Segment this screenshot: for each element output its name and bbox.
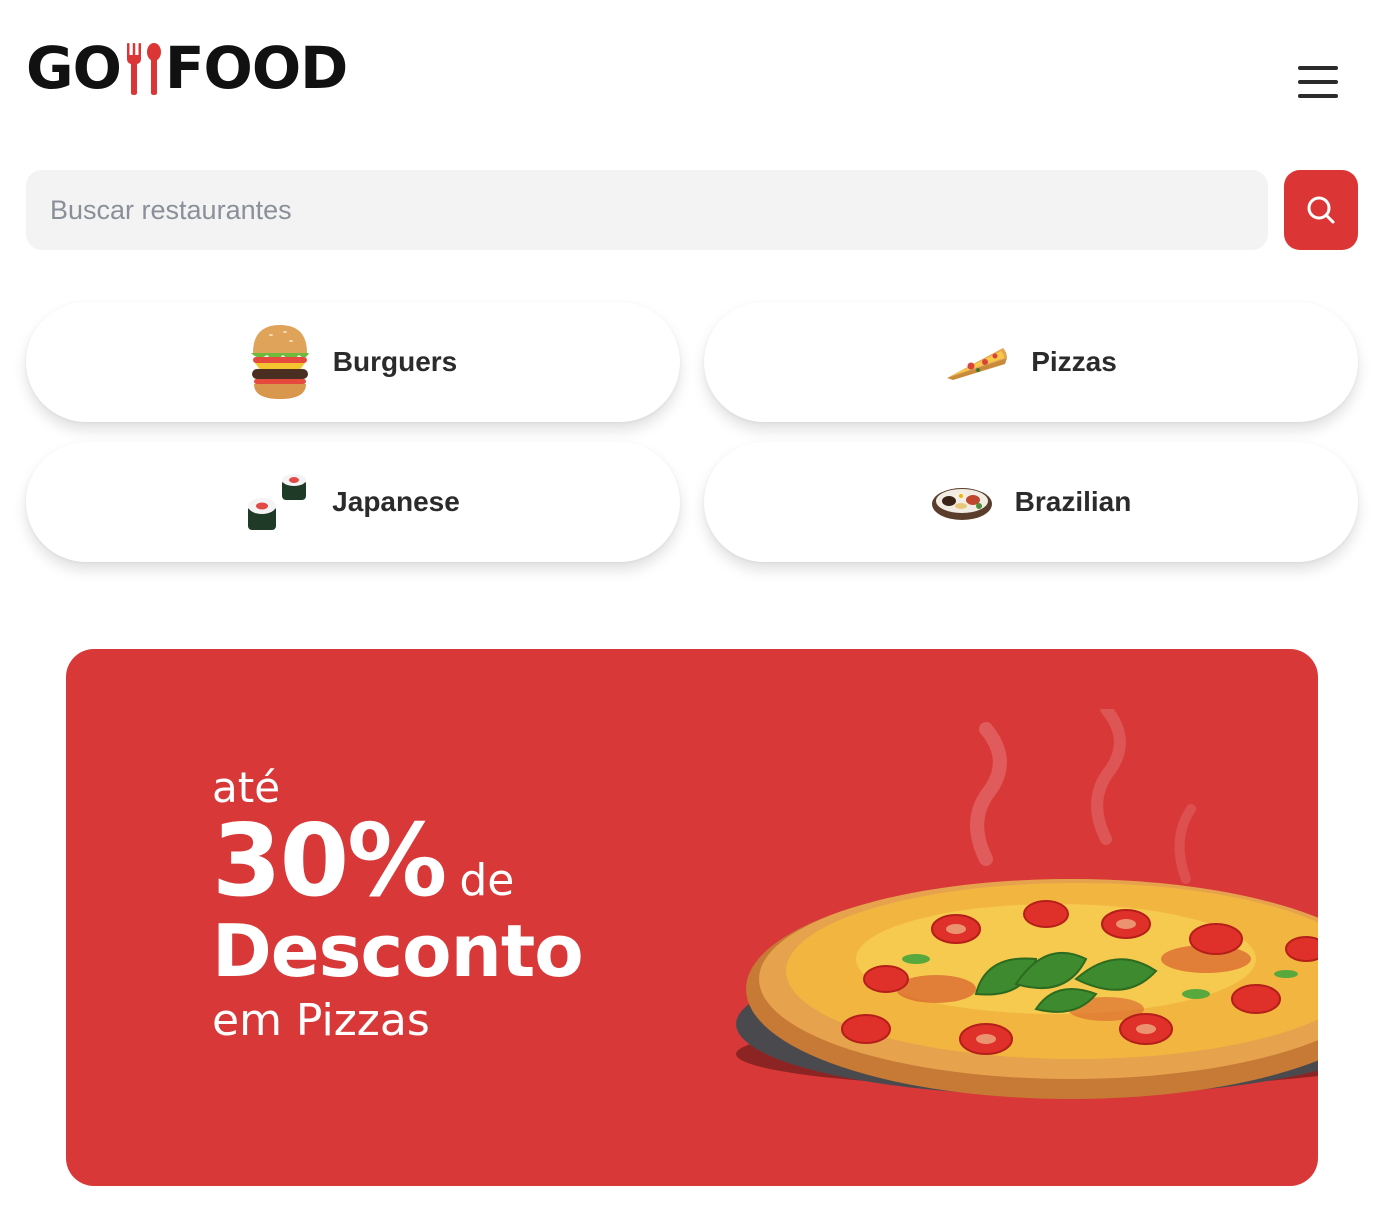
burger-icon xyxy=(250,325,309,399)
hamburger-menu-icon-bar xyxy=(1298,80,1338,84)
category-label: Brazilian xyxy=(1014,486,1132,517)
category-japanese[interactable]: Japanese xyxy=(26,442,680,562)
promo-percent: 30% xyxy=(212,802,447,919)
category-pizzas[interactable]: Pizzas xyxy=(704,302,1358,422)
search-input[interactable] xyxy=(26,170,1268,250)
promo-percent-row: 30% de xyxy=(212,811,583,911)
category-label: Burguers xyxy=(332,346,458,377)
category-label: Japanese xyxy=(332,486,460,517)
hamburger-menu-button[interactable] xyxy=(1296,62,1340,102)
gofood-logo[interactable]: GO FOOD xyxy=(26,34,348,102)
logo-text-food: FOOD xyxy=(164,34,348,102)
search-icon xyxy=(1307,196,1335,224)
hamburger-menu-icon-bar xyxy=(1298,94,1338,98)
sushi-icon xyxy=(248,474,307,530)
promo-banner[interactable]: até 30% de Desconto em Pizzas xyxy=(66,649,1318,1186)
logo-text-go: GO xyxy=(26,34,122,102)
hamburger-menu-icon-bar xyxy=(1298,66,1338,70)
promo-em-pizzas: em Pizzas xyxy=(212,995,430,1046)
pizza-image xyxy=(736,709,1318,1099)
cutlery-icon xyxy=(126,41,161,95)
pizza-slice-icon xyxy=(947,348,1008,380)
category-brazilian[interactable]: Brazilian xyxy=(704,442,1358,562)
category-burguers[interactable]: Burguers xyxy=(26,302,680,422)
promo-text: até 30% de Desconto em Pizzas xyxy=(212,767,584,1046)
search-button[interactable] xyxy=(1284,170,1358,250)
brazilian-plate-icon xyxy=(931,488,992,520)
promo-desconto: Desconto xyxy=(212,909,584,993)
promo-de: de xyxy=(459,855,515,906)
category-label: Pizzas xyxy=(1031,346,1117,377)
